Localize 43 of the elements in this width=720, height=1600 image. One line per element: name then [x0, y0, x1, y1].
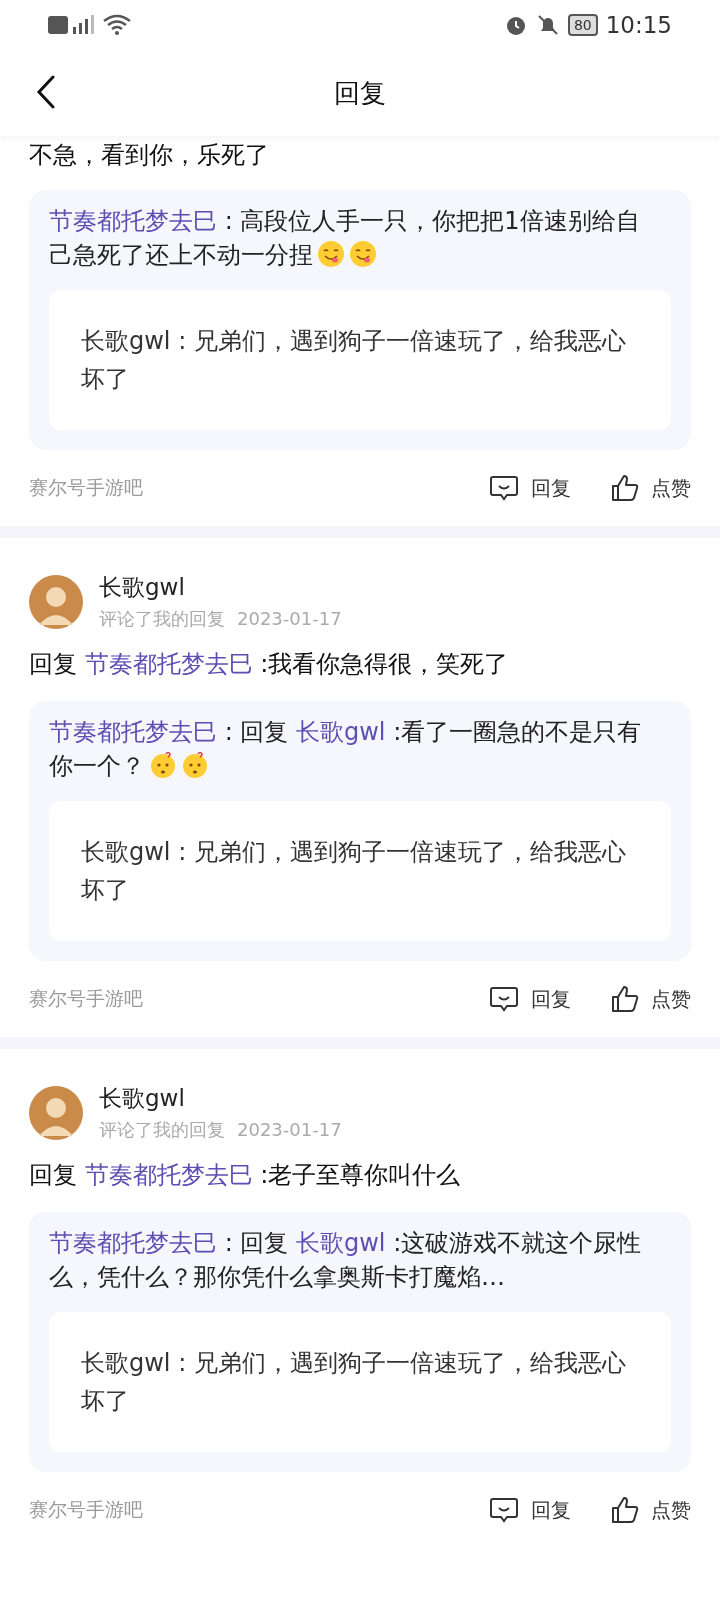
original-comment: 长歌gwl : 兄弟们，遇到狗子一倍速玩了，给我恶心坏了: [81, 837, 627, 906]
reply-text: 回复 节奏都托梦去巳 :我看你急得很，笑死了: [29, 649, 510, 680]
comment-icon: [489, 1496, 519, 1524]
quoted-comment: 节奏都托梦去巳 : 回复 长歌gwl :这破游戏不就这个尿性么，凭什么？那你凭什么拿奥斯卡打魔焰…: [49, 1228, 643, 1293]
confused-face-icon: [149, 751, 177, 779]
comment-icon: [489, 474, 519, 502]
original-comment: 长歌gwl : 兄弟们，遇到狗子一倍速玩了，给我恶心坏了: [81, 1348, 627, 1417]
quoted-comment: 节奏都托梦去巳 : 回复 长歌gwl :看了一圈急的不是只有你一个？: [49, 717, 643, 782]
battery-level: 80: [567, 14, 598, 36]
confused-face-icon: [181, 751, 209, 779]
like-button[interactable]: 点赞: [611, 474, 691, 502]
quoted-comment: 节奏都托梦去巳 : 高段位人手一只，你把把1倍速别给自己急死了还上不动一分捏: [49, 206, 641, 271]
thumbs-up-icon: [611, 474, 639, 502]
user-link[interactable]: 长歌gwl: [296, 718, 386, 746]
back-icon: [36, 75, 56, 109]
user-link[interactable]: 节奏都托梦去巳: [49, 1229, 217, 1257]
like-button[interactable]: 点赞: [611, 1496, 691, 1524]
thumbs-up-icon: [611, 985, 639, 1013]
muted-bell-icon: [535, 13, 560, 37]
thumbs-up-icon: [611, 1496, 639, 1524]
user-link[interactable]: 节奏都托梦去巳: [84, 650, 253, 678]
reply-button[interactable]: 回复: [489, 985, 571, 1013]
user-link[interactable]: 长歌gwl: [296, 1229, 386, 1257]
reply-button[interactable]: 回复: [489, 1496, 571, 1524]
user-link[interactable]: 节奏都托梦去巳: [49, 718, 217, 746]
activity-meta: 评论了我的回复 2023-01-17: [99, 607, 342, 631]
user-name[interactable]: 长歌gwl: [99, 572, 342, 603]
reply-text: 不急，看到你，乐死了: [29, 140, 270, 171]
comment-icon: [489, 985, 519, 1013]
smiling-face-icon: [349, 240, 377, 268]
activity-meta: 评论了我的回复 2023-01-17: [99, 1118, 342, 1142]
clock: 10:15: [605, 12, 672, 38]
avatar[interactable]: [29, 1085, 83, 1140]
avatar[interactable]: [29, 574, 83, 629]
user-link[interactable]: 节奏都托梦去巳: [49, 207, 217, 235]
reply-text: 回复 节奏都托梦去巳 :老子至尊你叫什么: [29, 1160, 462, 1191]
user-link[interactable]: 节奏都托梦去巳: [84, 1161, 253, 1189]
reply-button[interactable]: 回复: [489, 474, 571, 502]
like-button[interactable]: 点赞: [611, 985, 691, 1013]
user-name[interactable]: 长歌gwl: [99, 1083, 342, 1114]
original-comment: 长歌gwl : 兄弟们，遇到狗子一倍速玩了，给我恶心坏了: [81, 326, 627, 395]
smiling-face-icon: [317, 240, 345, 268]
page-title: 回复: [334, 76, 386, 110]
